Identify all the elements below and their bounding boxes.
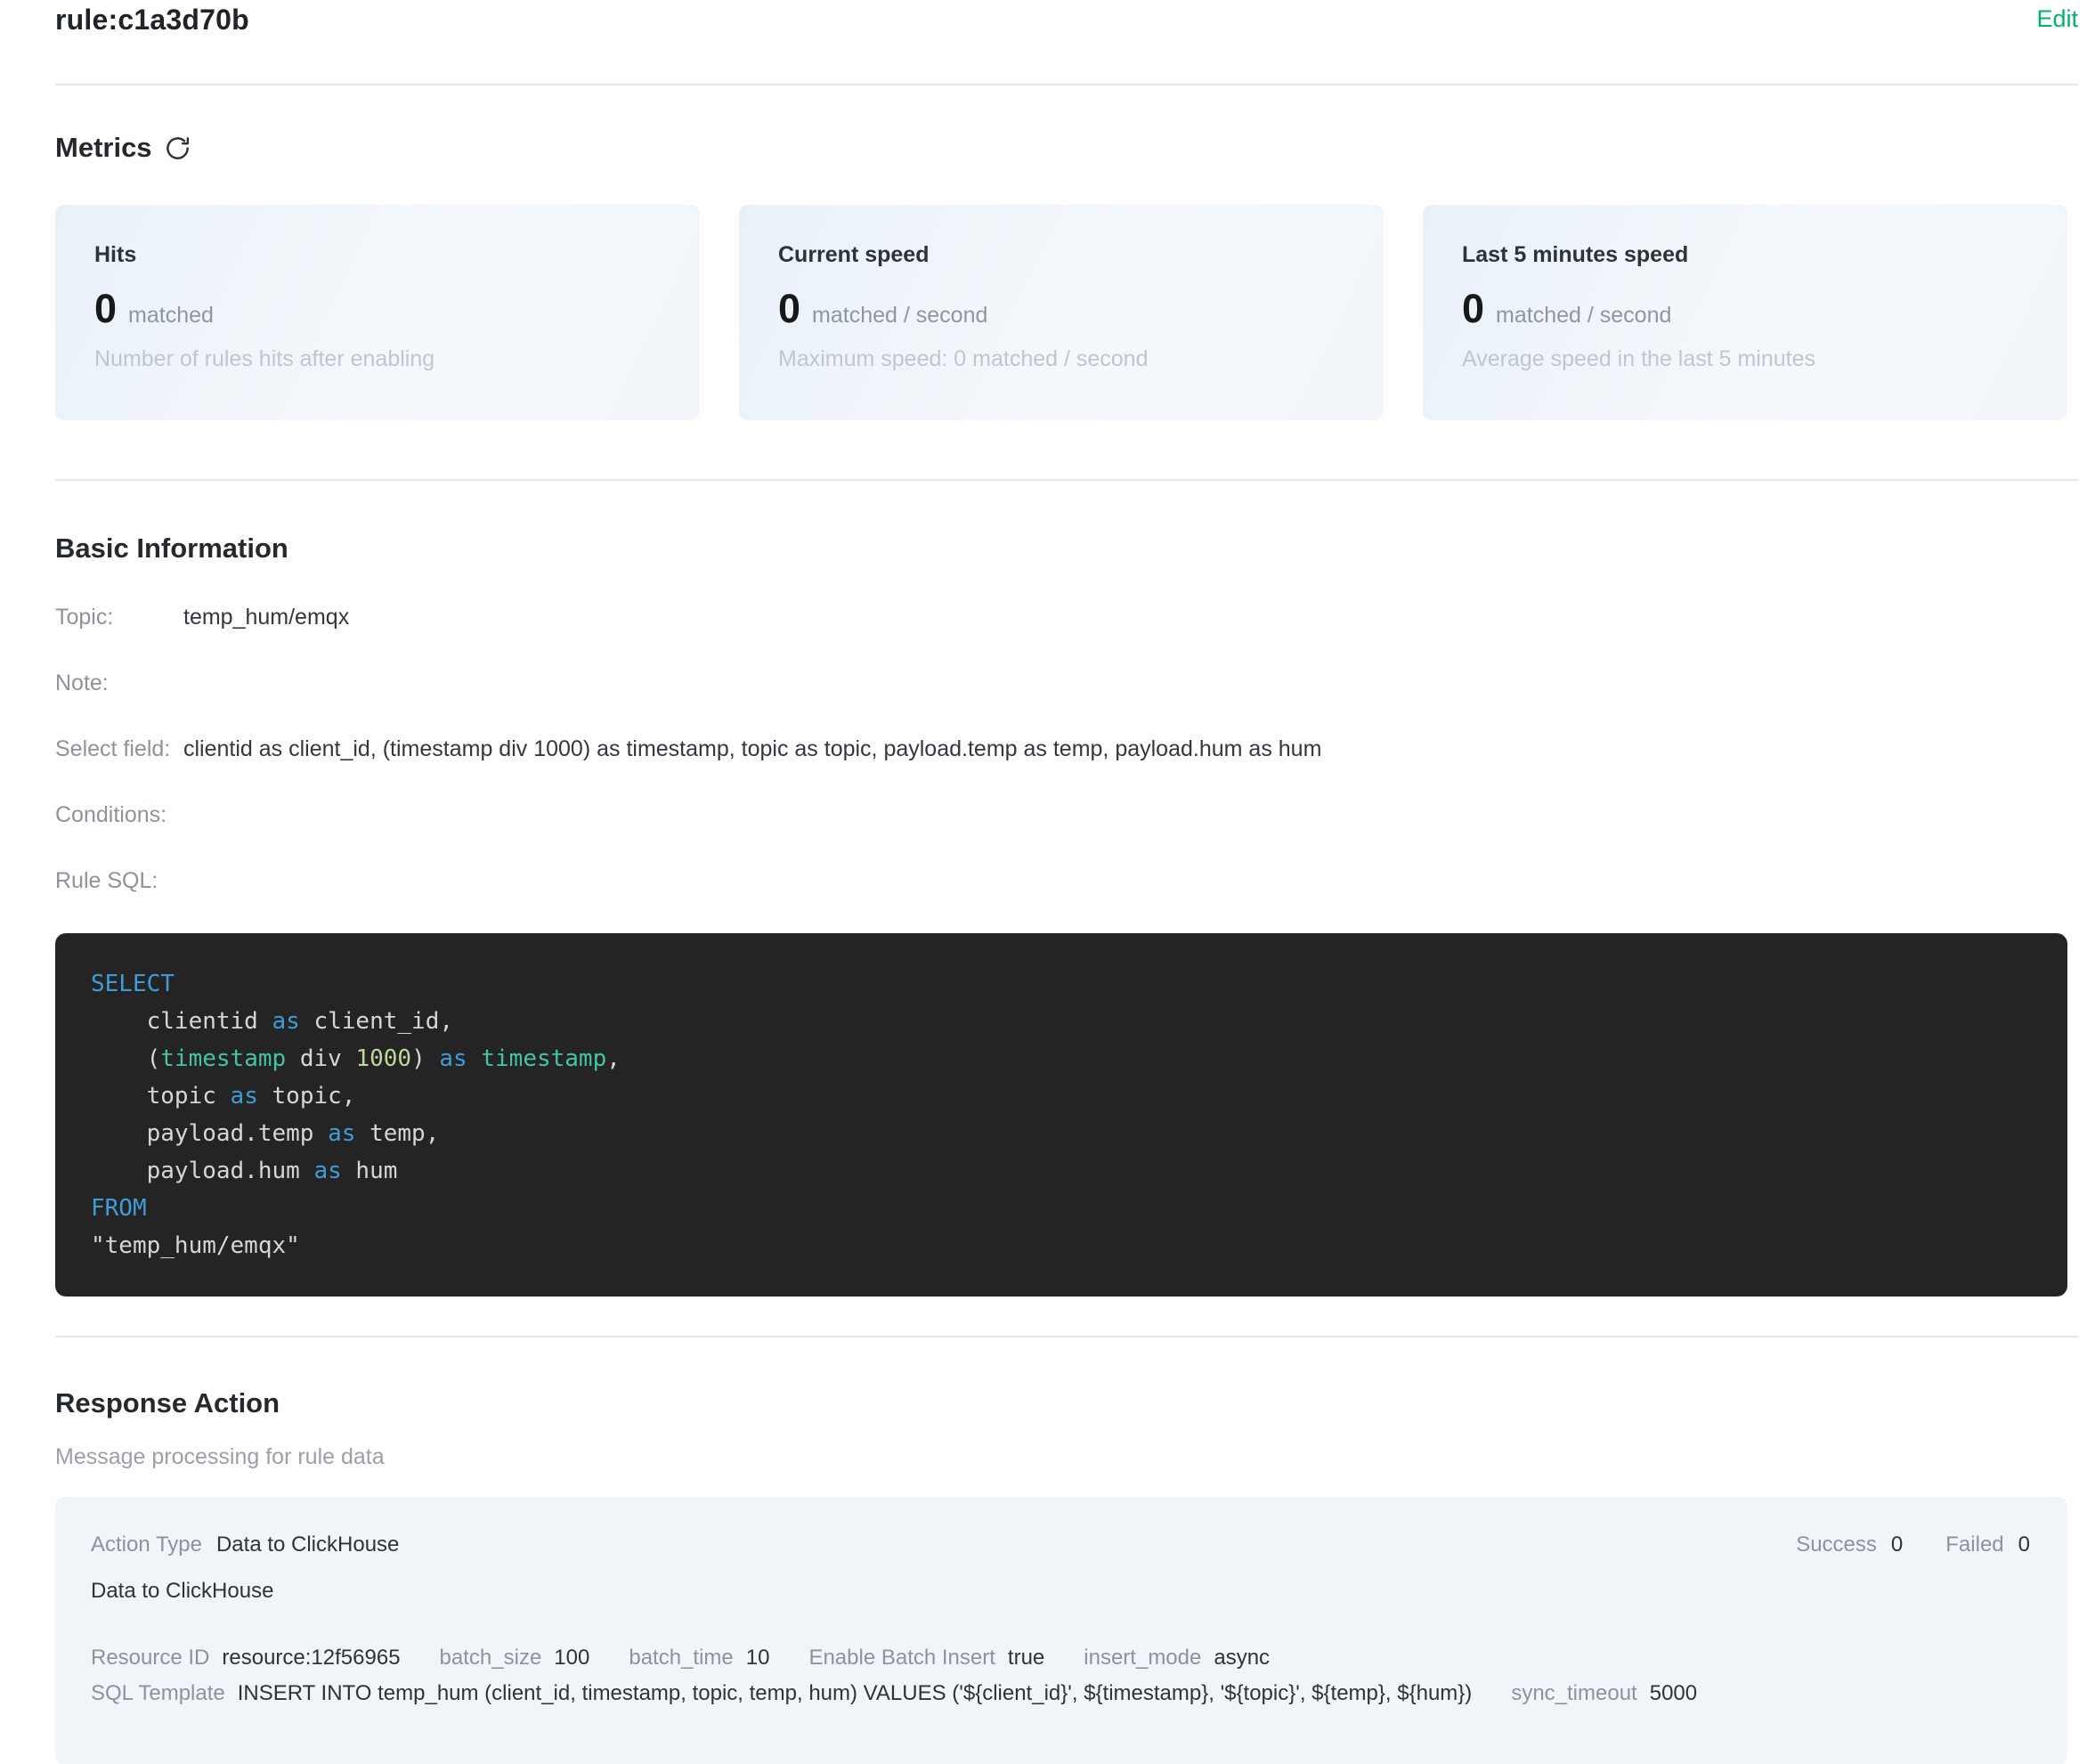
action-type: Action Type Data to ClickHouse bbox=[91, 1532, 399, 1557]
param-value: resource:12f56965 bbox=[222, 1641, 400, 1675]
metric-unit: matched / second bbox=[1496, 303, 1671, 329]
param-sql-template: SQL Template INSERT INTO temp_hum (clien… bbox=[91, 1677, 1472, 1711]
info-row-note: Note: bbox=[55, 670, 2078, 696]
info-label: Note: bbox=[55, 670, 183, 696]
metric-title: Current speed bbox=[778, 242, 1344, 268]
divider bbox=[55, 84, 2078, 85]
action-parameters: Resource ID resource:12f56965 batch_size… bbox=[91, 1641, 2032, 1711]
success-label: Success bbox=[1796, 1532, 1877, 1557]
metric-card-hits: Hits 0 matched Number of rules hits afte… bbox=[55, 205, 700, 420]
info-row-select-field: Select field: clientid as client_id, (ti… bbox=[55, 736, 2078, 762]
param-value: async bbox=[1214, 1641, 1270, 1675]
param-label: Resource ID bbox=[91, 1641, 209, 1675]
success-stat: Success 0 bbox=[1796, 1532, 1903, 1557]
action-type-value: Data to ClickHouse bbox=[216, 1532, 399, 1557]
response-action-section: Response Action Message processing for r… bbox=[55, 1387, 2078, 1764]
info-row-topic: Topic: temp_hum/emqx bbox=[55, 604, 2078, 630]
failed-label: Failed bbox=[1945, 1532, 2003, 1557]
success-value: 0 bbox=[1891, 1532, 1903, 1557]
basic-information-rows: Topic: temp_hum/emqx Note: Select field:… bbox=[55, 604, 2078, 894]
metrics-heading-label: Metrics bbox=[55, 132, 152, 164]
page-title: rule:c1a3d70b bbox=[55, 4, 249, 37]
param-value: INSERT INTO temp_hum (client_id, timesta… bbox=[238, 1677, 1473, 1711]
basic-information-section: Basic Information Topic: temp_hum/emqx N… bbox=[55, 532, 2078, 1336]
param-value: 5000 bbox=[1650, 1677, 1697, 1711]
action-type-label: Action Type bbox=[91, 1532, 202, 1557]
info-row-conditions: Conditions: bbox=[55, 801, 2078, 828]
param-batch-time: batch_time 10 bbox=[629, 1641, 769, 1675]
info-value: clientid as client_id, (timestamp div 10… bbox=[183, 736, 1321, 762]
metric-unit: matched / second bbox=[812, 303, 987, 329]
metric-description: Average speed in the last 5 minutes bbox=[1462, 346, 2028, 372]
basic-information-heading: Basic Information bbox=[55, 532, 2078, 565]
metric-valueline: 0 matched bbox=[94, 286, 661, 332]
param-label: insert_mode bbox=[1084, 1641, 1201, 1675]
divider bbox=[55, 1336, 2078, 1337]
info-label: Conditions: bbox=[55, 801, 183, 828]
metrics-heading: Metrics bbox=[55, 132, 2078, 164]
param-label: sync_timeout bbox=[1511, 1677, 1636, 1711]
action-card-top-row: Action Type Data to ClickHouse Success 0… bbox=[91, 1532, 2032, 1557]
metric-cards: Hits 0 matched Number of rules hits afte… bbox=[55, 205, 2067, 420]
param-sync-timeout: sync_timeout 5000 bbox=[1511, 1677, 1697, 1711]
param-resource-id: Resource ID resource:12f56965 bbox=[91, 1641, 401, 1675]
response-action-description: Message processing for rule data bbox=[55, 1444, 2078, 1470]
param-value: 100 bbox=[554, 1641, 589, 1675]
param-enable-batch-insert: Enable Batch Insert true bbox=[808, 1641, 1044, 1675]
rule-detail-page: rule:c1a3d70b Edit Metrics Hits 0 matche… bbox=[0, 0, 2087, 1764]
param-label: batch_time bbox=[629, 1641, 733, 1675]
info-label: Select field: bbox=[55, 736, 183, 762]
metric-card-current-speed: Current speed 0 matched / second Maximum… bbox=[739, 205, 1384, 420]
param-label: batch_size bbox=[440, 1641, 542, 1675]
info-label: Topic: bbox=[55, 604, 183, 630]
metric-description: Number of rules hits after enabling bbox=[94, 346, 661, 372]
metric-unit: matched bbox=[128, 303, 214, 329]
info-label: Rule SQL: bbox=[55, 867, 183, 894]
divider bbox=[55, 479, 2078, 481]
rule-sql-code-block: SELECT clientid as client_id, (timestamp… bbox=[55, 933, 2067, 1297]
metric-title: Last 5 minutes speed bbox=[1462, 242, 2028, 268]
metric-value: 0 bbox=[94, 286, 117, 332]
metric-valueline: 0 matched / second bbox=[778, 286, 1344, 332]
page-header: rule:c1a3d70b Edit bbox=[55, 0, 2078, 84]
info-row-rule-sql: Rule SQL: bbox=[55, 867, 2078, 894]
param-batch-size: batch_size 100 bbox=[440, 1641, 590, 1675]
param-label: Enable Batch Insert bbox=[808, 1641, 995, 1675]
param-value: true bbox=[1008, 1641, 1044, 1675]
metrics-section: Metrics Hits 0 matched Number of rules h… bbox=[55, 132, 2078, 479]
response-action-heading: Response Action bbox=[55, 1387, 2078, 1419]
action-stats: Success 0 Failed 0 bbox=[1796, 1532, 2032, 1557]
param-label: SQL Template bbox=[91, 1677, 225, 1711]
metric-valueline: 0 matched / second bbox=[1462, 286, 2028, 332]
param-insert-mode: insert_mode async bbox=[1084, 1641, 1270, 1675]
action-name: Data to ClickHouse bbox=[91, 1579, 2032, 1604]
refresh-icon[interactable] bbox=[165, 135, 191, 161]
edit-link[interactable]: Edit bbox=[2036, 4, 2078, 33]
failed-value: 0 bbox=[2018, 1532, 2030, 1557]
metric-description: Maximum speed: 0 matched / second bbox=[778, 346, 1344, 372]
metric-value: 0 bbox=[778, 286, 800, 332]
action-card: Action Type Data to ClickHouse Success 0… bbox=[55, 1497, 2067, 1764]
metric-title: Hits bbox=[94, 242, 661, 268]
failed-stat: Failed 0 bbox=[1945, 1532, 2030, 1557]
metric-value: 0 bbox=[1462, 286, 1484, 332]
metric-card-last-5-minutes-speed: Last 5 minutes speed 0 matched / second … bbox=[1423, 205, 2067, 420]
info-value: temp_hum/emqx bbox=[183, 604, 349, 630]
param-value: 10 bbox=[746, 1641, 770, 1675]
